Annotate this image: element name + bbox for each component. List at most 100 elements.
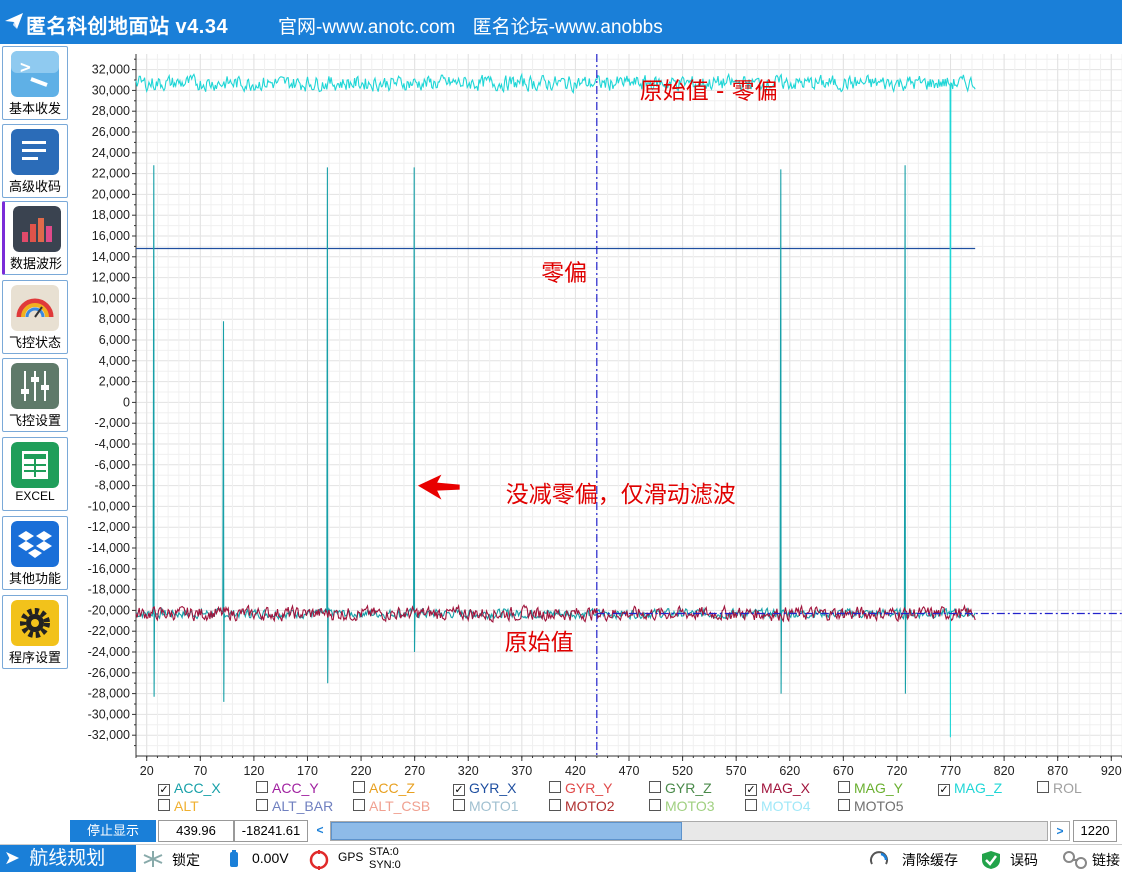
legend-item-alt[interactable]: ALT — [158, 798, 199, 814]
legend-checkbox[interactable]: ✓ — [453, 784, 465, 796]
legend-checkbox[interactable] — [549, 799, 561, 811]
app-title: 匿名科创地面站 v4.34 — [26, 16, 229, 38]
legend-item-mag_y[interactable]: MAG_Y — [838, 780, 903, 796]
legend-checkbox[interactable] — [649, 781, 661, 793]
legend-checkbox[interactable]: ✓ — [938, 784, 950, 796]
legend-item-gyr_x[interactable]: ✓ GYR_X — [453, 780, 516, 796]
width-input[interactable]: 1220 — [1073, 820, 1117, 842]
sidebar-item-flight-settings[interactable]: 飞控设置 — [2, 358, 68, 432]
legend-item-alt_csb[interactable]: ALT_CSB — [353, 798, 430, 814]
legend-checkbox[interactable] — [158, 799, 170, 811]
legend-item-acc_y[interactable]: ACC_Y — [256, 780, 319, 796]
forum-link[interactable]: 匿名论坛-www.anobbs — [473, 17, 663, 38]
legend-label: GYR_Z — [665, 780, 712, 796]
time-scrollbar[interactable] — [330, 821, 1048, 841]
legend-checkbox[interactable] — [453, 799, 465, 811]
legend-label: ACC_Y — [272, 780, 319, 796]
x-tick-label: 870 — [1047, 764, 1068, 778]
dropbox-icon — [11, 521, 59, 567]
y-tick-label: -26,000 — [88, 666, 130, 680]
legend-item-moto4[interactable]: MOTO4 — [745, 798, 811, 814]
legend-item-gyr_z[interactable]: GYR_Z — [649, 780, 712, 796]
scrollbar-thumb[interactable] — [331, 822, 682, 840]
bar-chart-icon — [13, 206, 61, 252]
legend-label: MOTO4 — [761, 798, 811, 814]
legend-checkbox[interactable] — [353, 799, 365, 811]
legend-item-acc_z[interactable]: ACC_Z — [353, 780, 415, 796]
legend-item-moto3[interactable]: MOTO3 — [649, 798, 715, 814]
legend-item-gyr_y[interactable]: GYR_Y — [549, 780, 612, 796]
legend-checkbox[interactable]: ✓ — [158, 784, 170, 796]
legend-checkbox[interactable] — [649, 799, 661, 811]
legend-label: MOTO2 — [565, 798, 615, 814]
y-tick-label: 18,000 — [92, 208, 130, 222]
annotation-label: 原始值 - 零偏 — [640, 79, 778, 105]
sliders-icon — [11, 363, 59, 409]
legend-checkbox[interactable]: ✓ — [745, 784, 757, 796]
legend-item-moto2[interactable]: MOTO2 — [549, 798, 615, 814]
legend-checkbox[interactable] — [745, 799, 757, 811]
y-tick-label: -14,000 — [88, 541, 130, 555]
terminal-icon: > — [11, 51, 59, 97]
x-tick-label: 20 — [140, 764, 154, 778]
y-tick-label: 20,000 — [92, 187, 130, 201]
sidebar-item-program-settings[interactable]: 程序设置 — [2, 595, 68, 669]
spreadsheet-icon — [11, 442, 59, 488]
scroll-right-arrow[interactable]: > — [1050, 821, 1070, 841]
sidebar-item-data-waveform[interactable]: 数据波形 — [2, 201, 68, 275]
link-icon — [1062, 850, 1090, 873]
connect-label[interactable]: 链接 — [1092, 850, 1120, 870]
legend-label: ALT — [174, 798, 199, 814]
sidebar-item-basic-transceive[interactable]: > 基本收发 — [2, 46, 68, 120]
sidebar-item-flight-status[interactable]: 飞控状态 — [2, 280, 68, 354]
check-shield-icon — [980, 850, 1002, 873]
error-code-label[interactable]: 误码 — [1010, 850, 1038, 870]
clear-cache-button[interactable]: 清除缓存 — [902, 850, 958, 870]
sidebar-item-other-functions[interactable]: 其他功能 — [2, 516, 68, 590]
x-tick-label: 370 — [511, 764, 532, 778]
legend-item-acc_x[interactable]: ✓ ACC_X — [158, 780, 221, 796]
lock-label[interactable]: 锁定 — [172, 850, 200, 870]
x-tick-label: 470 — [619, 764, 640, 778]
y-tick-label: 14,000 — [92, 250, 130, 264]
route-planning-button[interactable]: ➤ 航线规划 — [0, 845, 136, 872]
y-tick-label: -6,000 — [95, 458, 130, 472]
legend-item-rol[interactable]: ROL — [1037, 780, 1082, 796]
legend-checkbox[interactable] — [353, 781, 365, 793]
x-tick-label: 920 — [1101, 764, 1122, 778]
y-tick-label: -12,000 — [88, 520, 130, 534]
legend-checkbox[interactable] — [838, 781, 850, 793]
sidebar-item-label: 数据波形 — [9, 256, 62, 271]
legend-item-moto1[interactable]: MOTO1 — [453, 798, 519, 814]
sidebar-item-excel[interactable]: EXCEL — [2, 437, 68, 511]
legend-checkbox[interactable] — [256, 781, 268, 793]
waveform-chart[interactable]: 32,000 30,000 28,000 26,000 24,000 22,000 20,0… — [70, 44, 1122, 820]
y-tick-label: -20,000 — [88, 603, 130, 617]
legend-label: MOTO3 — [665, 798, 715, 814]
legend-checkbox[interactable] — [838, 799, 850, 811]
status-bar: 停止显示 439.96 -18241.61 < > 1220 — [0, 818, 1122, 844]
legend-item-mag_x[interactable]: ✓ MAG_X — [745, 780, 810, 796]
legend-checkbox[interactable] — [549, 781, 561, 793]
title-bar: 匿名科创地面站 v4.34 官网-www.anotc.com 匿名论坛-www.… — [0, 0, 1122, 44]
sidebar-item-label: 高级收码 — [8, 179, 61, 194]
legend-item-alt_bar[interactable]: ALT_BAR — [256, 798, 333, 814]
title-links: 官网-www.anotc.com 匿名论坛-www.anobbs — [278, 12, 675, 39]
y-tick-label: 6,000 — [99, 333, 130, 347]
svg-text:>: > — [20, 57, 31, 78]
sidebar-item-label: 程序设置 — [8, 650, 61, 665]
cursor-x-value: 439.96 — [158, 820, 234, 842]
legend-checkbox[interactable] — [256, 799, 268, 811]
legend-item-moto5[interactable]: MOTO5 — [838, 798, 904, 814]
y-tick-label: -10,000 — [88, 499, 130, 513]
stop-display-button[interactable]: 停止显示 — [70, 820, 156, 842]
scroll-left-arrow[interactable]: < — [311, 821, 329, 839]
official-site-link[interactable]: 官网-www.anotc.com — [278, 17, 455, 38]
y-tick-label: 12,000 — [92, 271, 130, 285]
sidebar-item-label: 飞控状态 — [8, 335, 61, 350]
x-tick-label: 670 — [833, 764, 854, 778]
legend-checkbox[interactable] — [1037, 781, 1049, 793]
annotation-label: 没减零偏，仅滑动滤波 — [506, 482, 736, 508]
legend-item-mag_z[interactable]: ✓ MAG_Z — [938, 780, 1002, 796]
sidebar-item-advanced-decode[interactable]: 高级收码 — [2, 124, 68, 198]
